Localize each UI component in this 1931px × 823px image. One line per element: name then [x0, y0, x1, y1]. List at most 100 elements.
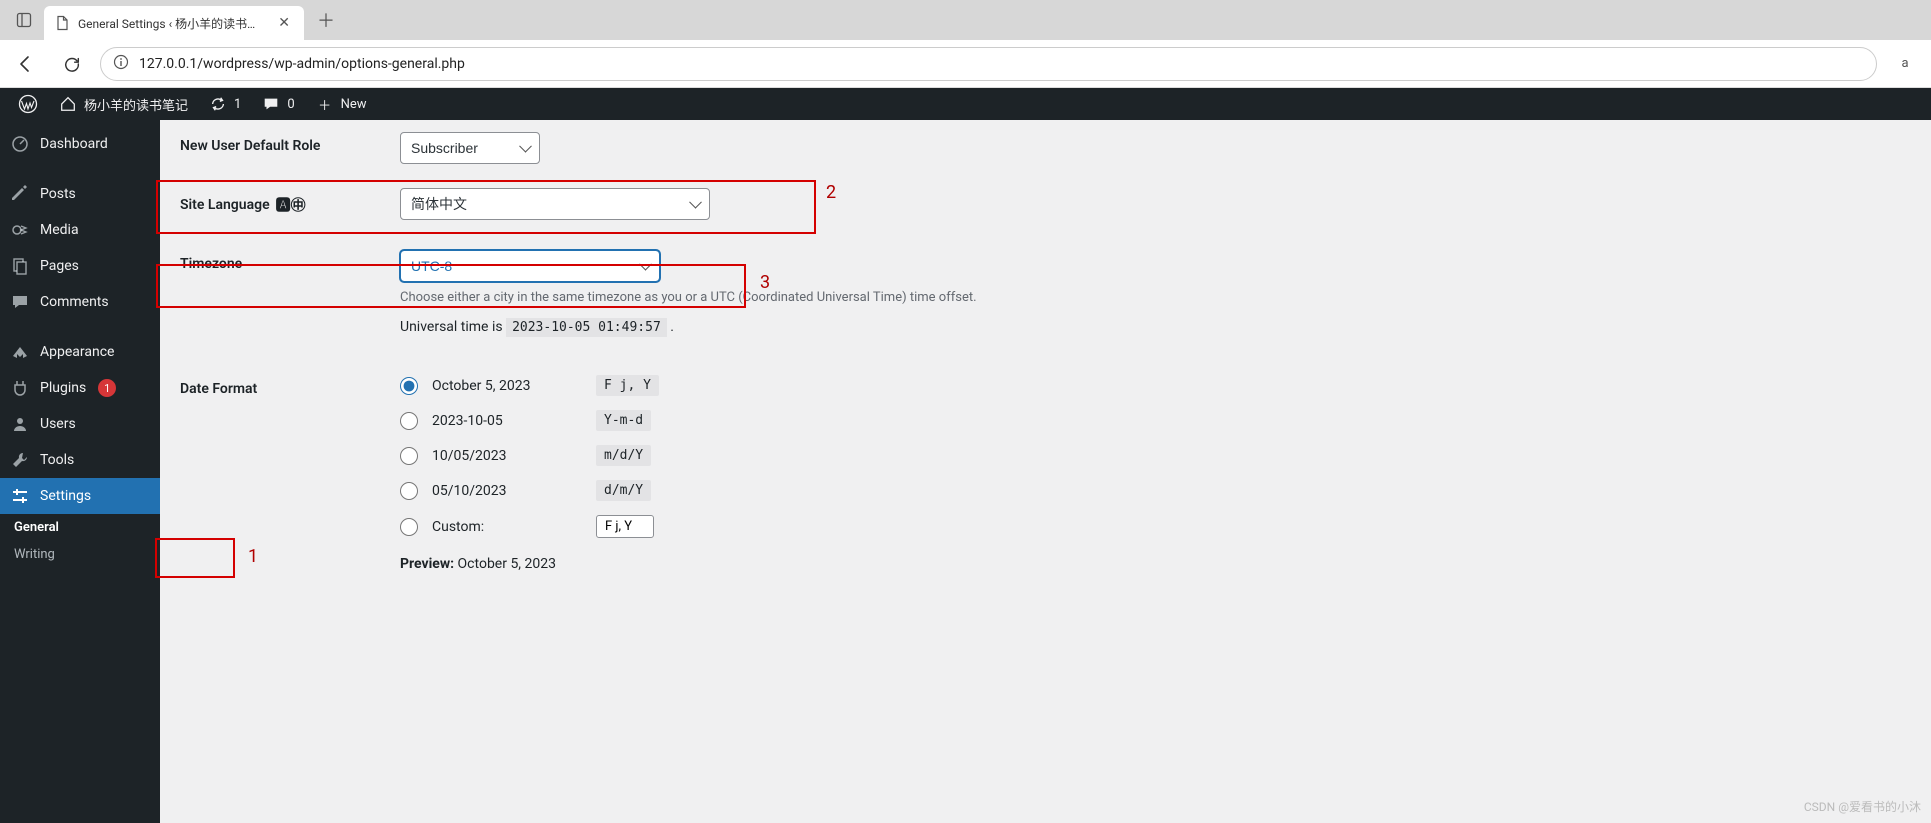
updates-link[interactable]: 1 [198, 88, 251, 120]
site-name-link[interactable]: 杨小羊的读书笔记 [48, 88, 198, 120]
menu-label: Appearance [40, 344, 114, 360]
timezone-select[interactable]: UTC-8 [400, 250, 660, 282]
row-timezone: Timezone UTC-8 Choose either a city in t… [180, 250, 1911, 335]
browser-tab-active[interactable]: General Settings ‹ 杨小羊的读书… ✕ [44, 6, 304, 40]
posts-icon [10, 184, 30, 204]
address-bar[interactable]: 127.0.0.1/wordpress/wp-admin/options-gen… [100, 47, 1877, 81]
date-format-radio[interactable] [400, 412, 418, 430]
tab-actions-icon[interactable] [4, 3, 44, 37]
menu-settings[interactable]: Settings [0, 478, 160, 514]
wp-admin-toolbar: 杨小羊的读书笔记 1 0 ＋ New [0, 88, 1931, 120]
menu-dashboard[interactable]: Dashboard [0, 126, 160, 162]
url-text: 127.0.0.1/wordpress/wp-admin/options-gen… [139, 56, 465, 72]
date-format-preview: Preview: October 5, 2023 [400, 556, 1911, 572]
menu-label: Media [40, 222, 79, 238]
date-format-code: F j, Y [596, 375, 659, 396]
settings-submenu: General Writing [0, 514, 160, 568]
date-format-radio[interactable] [400, 377, 418, 395]
row-site-language: Site Language 🅰︎㊥ 简体中文 [180, 188, 1911, 220]
comments-icon [261, 94, 281, 114]
wp-logo[interactable] [8, 88, 48, 120]
date-format-radio[interactable] [400, 482, 418, 500]
date-format-radio-custom[interactable] [400, 518, 418, 536]
menu-plugins[interactable]: Plugins 1 [0, 370, 160, 406]
comments-count: 0 [287, 97, 294, 112]
timezone-label: Timezone [180, 250, 400, 272]
media-icon [10, 220, 30, 240]
site-info-icon[interactable] [113, 54, 129, 74]
pages-icon [10, 256, 30, 276]
new-user-role-label: New User Default Role [180, 132, 400, 154]
date-format-option[interactable]: 10/05/2023 m/d/Y [400, 445, 1911, 466]
menu-media[interactable]: Media [0, 212, 160, 248]
date-format-radio[interactable] [400, 447, 418, 465]
tab-close-icon[interactable]: ✕ [274, 13, 294, 33]
date-format-label: Date Format [180, 375, 400, 397]
tab-bar: General Settings ‹ 杨小羊的读书… ✕ ＋ [0, 0, 1931, 40]
menu-label: Users [40, 416, 76, 432]
menu-label: Dashboard [40, 136, 108, 152]
menu-comments[interactable]: Comments [0, 284, 160, 320]
plugins-badge: 1 [98, 379, 116, 397]
menu-tools[interactable]: Tools [0, 442, 160, 478]
new-label: New [341, 97, 367, 112]
date-format-example: October 5, 2023 [432, 378, 582, 394]
new-tab-button[interactable]: ＋ [312, 6, 340, 34]
timezone-description: Choose either a city in the same timezon… [400, 290, 1911, 305]
comments-link[interactable]: 0 [251, 88, 304, 120]
dashboard-icon [10, 134, 30, 154]
settings-content: New User Default Role Subscriber Site La… [160, 120, 1931, 823]
submenu-writing[interactable]: Writing [0, 541, 160, 568]
date-format-option[interactable]: October 5, 2023 F j, Y [400, 375, 1911, 396]
new-user-role-select[interactable]: Subscriber [400, 132, 540, 164]
new-content-link[interactable]: ＋ New [305, 88, 377, 120]
menu-label: Posts [40, 186, 76, 202]
menu-appearance[interactable]: Appearance [0, 334, 160, 370]
settings-icon [10, 486, 30, 506]
page-icon [54, 15, 70, 31]
updates-icon [208, 94, 228, 114]
menu-pages[interactable]: Pages [0, 248, 160, 284]
submenu-general[interactable]: General [0, 514, 160, 541]
plus-icon: ＋ [315, 94, 335, 114]
custom-date-format-input[interactable] [596, 515, 654, 538]
menu-label: Settings [40, 488, 91, 504]
universal-time: Universal time is 2023-10-05 01:49:57 . [400, 319, 1911, 335]
home-icon [58, 94, 78, 114]
menu-label: Plugins [40, 380, 86, 396]
site-language-select[interactable]: 简体中文 [400, 188, 710, 220]
date-format-option[interactable]: 05/10/2023 d/m/Y [400, 480, 1911, 501]
date-format-code: Y-m-d [596, 410, 651, 431]
tab-title: General Settings ‹ 杨小羊的读书… [78, 15, 255, 32]
address-bar-row: 127.0.0.1/wordpress/wp-admin/options-gen… [0, 40, 1931, 88]
date-format-custom[interactable]: Custom: [400, 515, 1911, 538]
site-language-label: Site Language 🅰︎㊥ [180, 188, 400, 215]
users-icon [10, 414, 30, 434]
menu-users[interactable]: Users [0, 406, 160, 442]
plugins-icon [10, 378, 30, 398]
menu-label: Comments [40, 294, 109, 310]
reload-button[interactable] [54, 46, 90, 82]
menu-posts[interactable]: Posts [0, 176, 160, 212]
comments-menu-icon [10, 292, 30, 312]
date-format-example: 10/05/2023 [432, 448, 582, 464]
utc-code: 2023-10-05 01:49:57 [506, 318, 667, 337]
row-new-user-role: New User Default Role Subscriber [180, 132, 1911, 164]
tools-icon [10, 450, 30, 470]
row-date-format: Date Format October 5, 2023 F j, Y 2023-… [180, 375, 1911, 572]
admin-menu: Dashboard Posts Media Pages Comments App… [0, 120, 160, 823]
appearance-icon [10, 342, 30, 362]
date-format-example: 2023-10-05 [432, 413, 582, 429]
date-format-option[interactable]: 2023-10-05 Y-m-d [400, 410, 1911, 431]
date-format-code: d/m/Y [596, 480, 651, 501]
back-button[interactable] [8, 46, 44, 82]
menu-label: Tools [40, 452, 74, 468]
date-format-example: 05/10/2023 [432, 483, 582, 499]
updates-count: 1 [234, 97, 241, 112]
site-name: 杨小羊的读书笔记 [84, 95, 188, 114]
watermark: CSDN @爱看书的小沐 [1804, 798, 1921, 815]
wordpress-logo-icon [18, 94, 38, 114]
date-format-code: m/d/Y [596, 445, 651, 466]
read-aloud-icon[interactable]: a [1887, 56, 1923, 71]
browser-chrome: General Settings ‹ 杨小羊的读书… ✕ ＋ 127.0.0.1… [0, 0, 1931, 88]
